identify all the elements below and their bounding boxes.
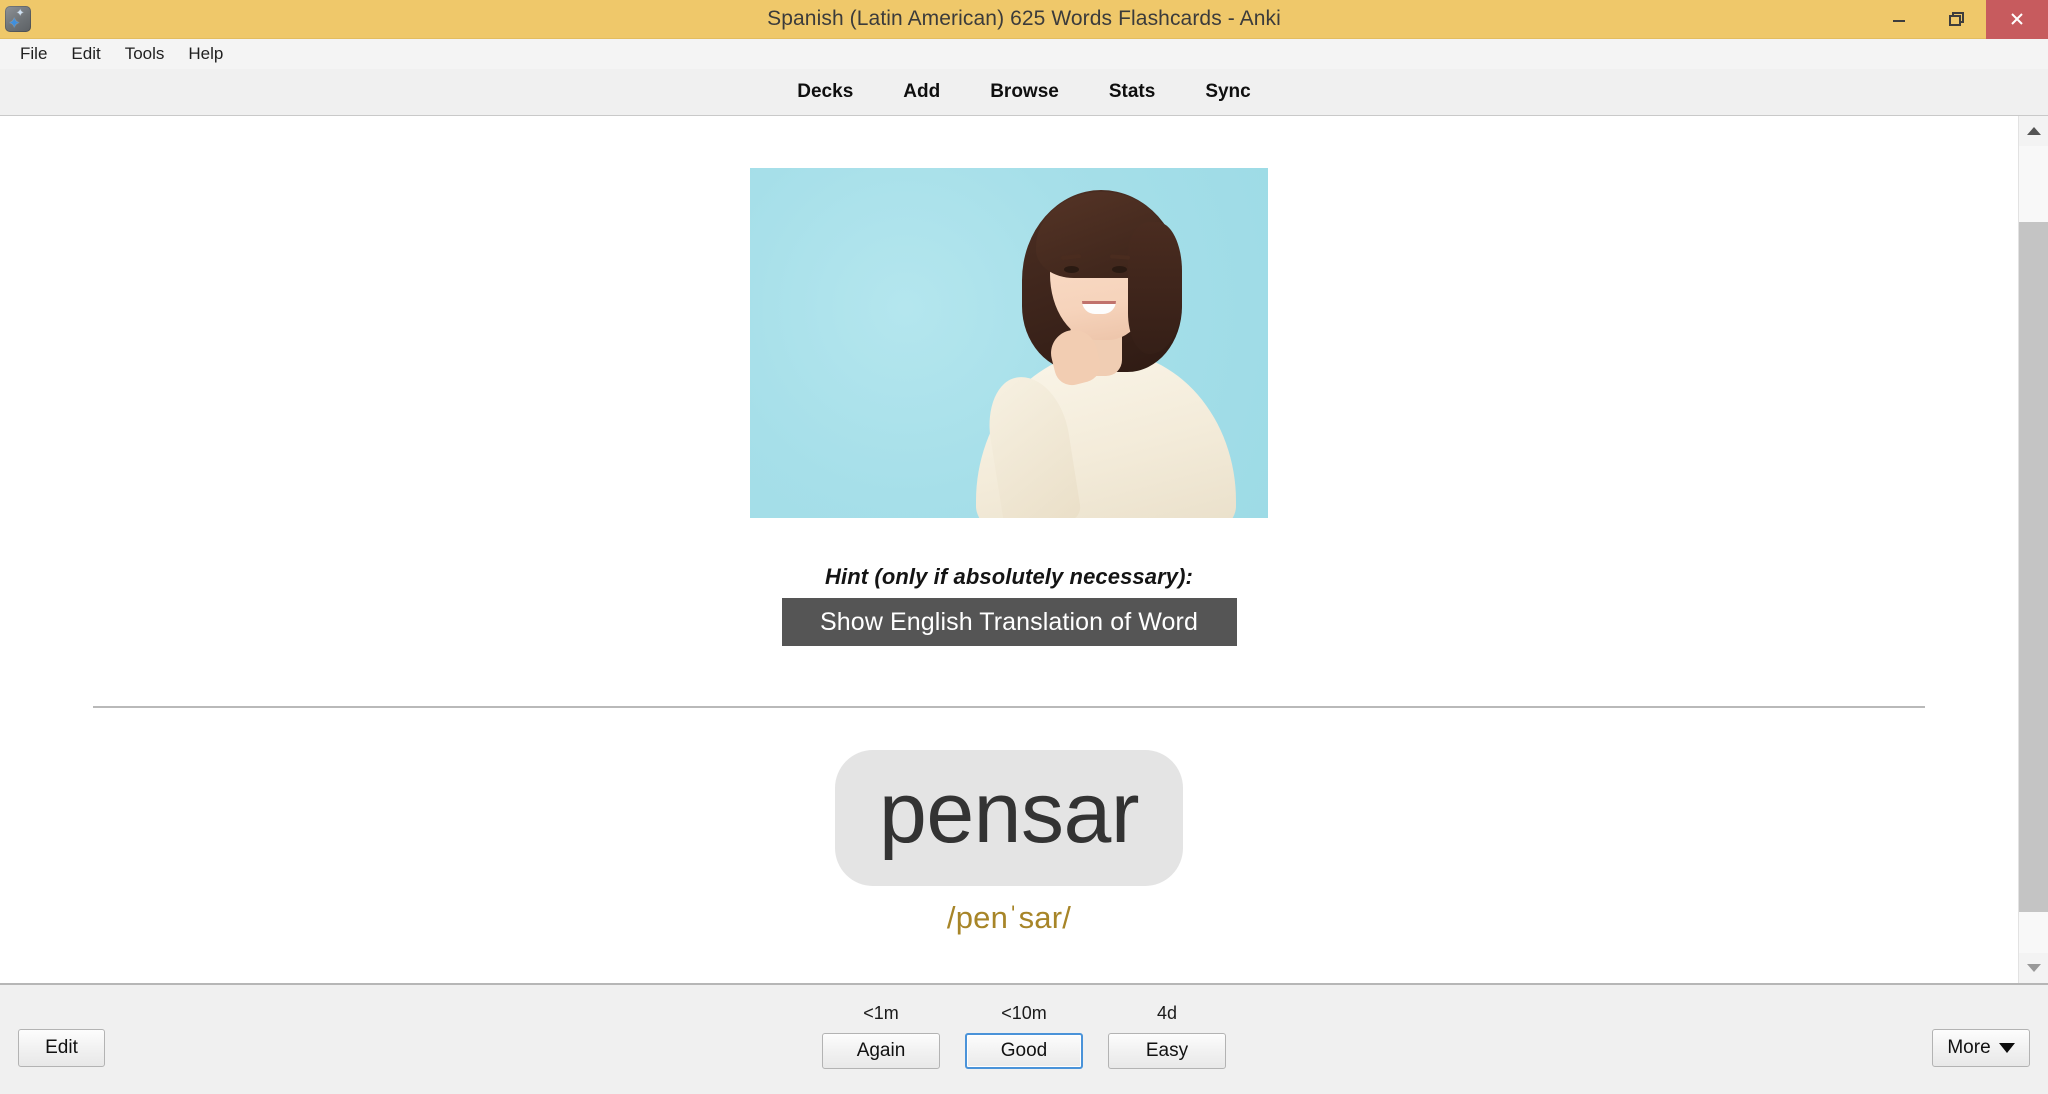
pronunciation-text: /penˈsar/ (946, 899, 1072, 935)
menu-edit[interactable]: Edit (59, 41, 112, 67)
bottom-toolbar: Edit <1m Again <10m Good 4d Easy More (0, 983, 2048, 1094)
nav-sync[interactable]: Sync (1199, 78, 1256, 106)
ease-column-good: <10m Good (965, 1003, 1083, 1069)
ease-interval-again: <1m (863, 1003, 899, 1023)
minimize-button[interactable] (1870, 0, 1928, 39)
clipped-question-text (0, 116, 2018, 127)
more-button[interactable]: More (1932, 1029, 2030, 1067)
star-glyph-large: ✦ (8, 15, 21, 32)
answer-word-pill: pensar (835, 750, 1183, 886)
answer-divider (93, 706, 1925, 708)
card-content-area: Hint (only if absolutely necessary): Sho… (0, 116, 2018, 983)
show-english-translation-button[interactable]: Show English Translation of Word (781, 598, 1237, 646)
answer-block: pensar /penˈsar/ (835, 750, 1183, 936)
ease-interval-easy: 4d (1156, 1003, 1178, 1023)
scrollbar-thumb[interactable] (2019, 222, 2048, 912)
again-button[interactable]: Again (822, 1033, 940, 1069)
close-button[interactable] (1986, 0, 2048, 39)
caret-down-icon (1998, 1043, 2015, 1053)
scroll-up-icon[interactable] (2019, 116, 2048, 146)
anki-icon: ✦ ✦ (5, 6, 31, 32)
edit-button[interactable]: Edit (18, 1029, 105, 1067)
top-navigation: Decks Add Browse Stats Sync (0, 69, 2048, 116)
restore-button[interactable] (1928, 0, 1986, 39)
ease-column-easy: 4d Easy (1108, 1003, 1226, 1069)
nav-decks[interactable]: Decks (791, 78, 859, 106)
answer-buttons-group: <1m Again <10m Good 4d Easy (822, 1003, 1226, 1069)
answer-word: pensar (879, 765, 1139, 861)
ease-column-again: <1m Again (822, 1003, 940, 1069)
nav-add[interactable]: Add (897, 78, 946, 106)
more-button-label: More (1947, 1037, 1991, 1058)
menu-tools[interactable]: Tools (113, 41, 177, 67)
scroll-down-icon[interactable] (2019, 953, 2048, 983)
thinking-woman-photo (750, 168, 1268, 518)
menu-bar: File Edit Tools Help (0, 39, 2048, 69)
card-inner: Hint (only if absolutely necessary): Sho… (0, 116, 2018, 936)
vertical-scrollbar[interactable] (2018, 116, 2048, 983)
nav-stats[interactable]: Stats (1103, 78, 1161, 106)
nav-browse[interactable]: Browse (984, 78, 1065, 106)
card-viewport: Hint (only if absolutely necessary): Sho… (0, 116, 2048, 983)
window-controls (1870, 0, 2048, 39)
good-button[interactable]: Good (965, 1033, 1083, 1069)
hint-label: Hint (only if absolutely necessary): (825, 564, 1193, 589)
title-bar: ✦ ✦ Spanish (Latin American) 625 Words F… (0, 0, 2048, 39)
anki-main-window: ✦ ✦ Spanish (Latin American) 625 Words F… (0, 0, 2048, 1094)
scrollbar-track[interactable] (2019, 146, 2048, 953)
ease-interval-good: <10m (1001, 1003, 1047, 1023)
easy-button[interactable]: Easy (1108, 1033, 1226, 1069)
window-title: Spanish (Latin American) 625 Words Flash… (767, 7, 1281, 30)
menu-help[interactable]: Help (176, 41, 235, 67)
menu-file[interactable]: File (8, 41, 59, 67)
